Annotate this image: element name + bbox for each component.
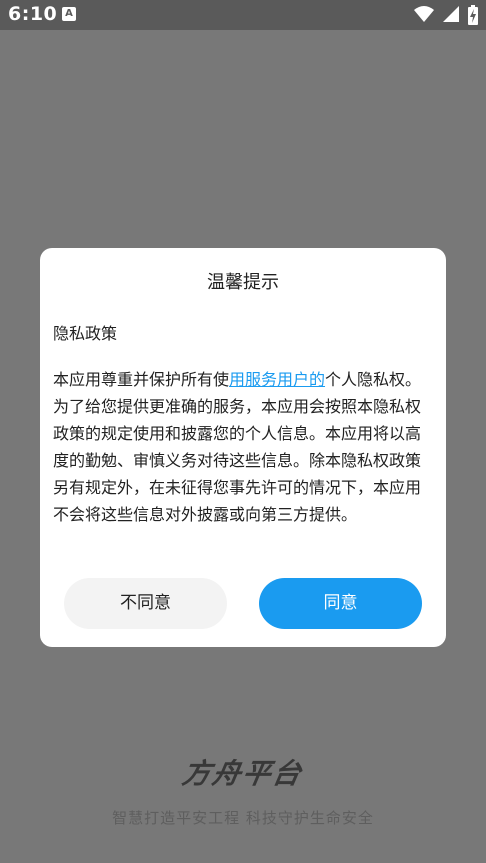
decline-button[interactable]: 不同意 <box>64 578 227 629</box>
app-slogan: 智慧打造平安工程 科技守护生命安全 <box>112 809 374 827</box>
wifi-icon <box>413 6 434 22</box>
privacy-dialog: 温馨提示 隐私政策 本应用尊重并保护所有使用服务用户的个人隐私权。为了给您提供更… <box>40 248 446 647</box>
dialog-title: 温馨提示 <box>207 272 279 293</box>
app-logo: 方舟平台 <box>0 752 486 792</box>
notification-icon: A <box>62 7 76 21</box>
agree-button[interactable]: 同意 <box>259 578 422 629</box>
status-bar: 6:10 A <box>0 0 486 30</box>
signal-icon <box>442 6 459 22</box>
battery-charging-icon <box>468 5 478 25</box>
user-agreement-link[interactable]: 用服务用户的 <box>229 370 325 389</box>
body-text-end: 个人隐私权。为了给您提供更准确的服务，本应用会按照本隐私权政策的规定使用和披露您… <box>53 370 422 524</box>
body-text-start: 本应用尊重并保护所有使 <box>53 370 230 389</box>
app-logo-text: 方舟平台 <box>179 757 306 790</box>
dialog-subtitle: 隐私政策 <box>53 324 118 343</box>
status-time: 6:10 <box>8 3 58 25</box>
dialog-body: 本应用尊重并保护所有使用服务用户的个人隐私权。为了给您提供更准确的服务，本应用会… <box>53 366 435 528</box>
status-icons <box>410 5 478 25</box>
